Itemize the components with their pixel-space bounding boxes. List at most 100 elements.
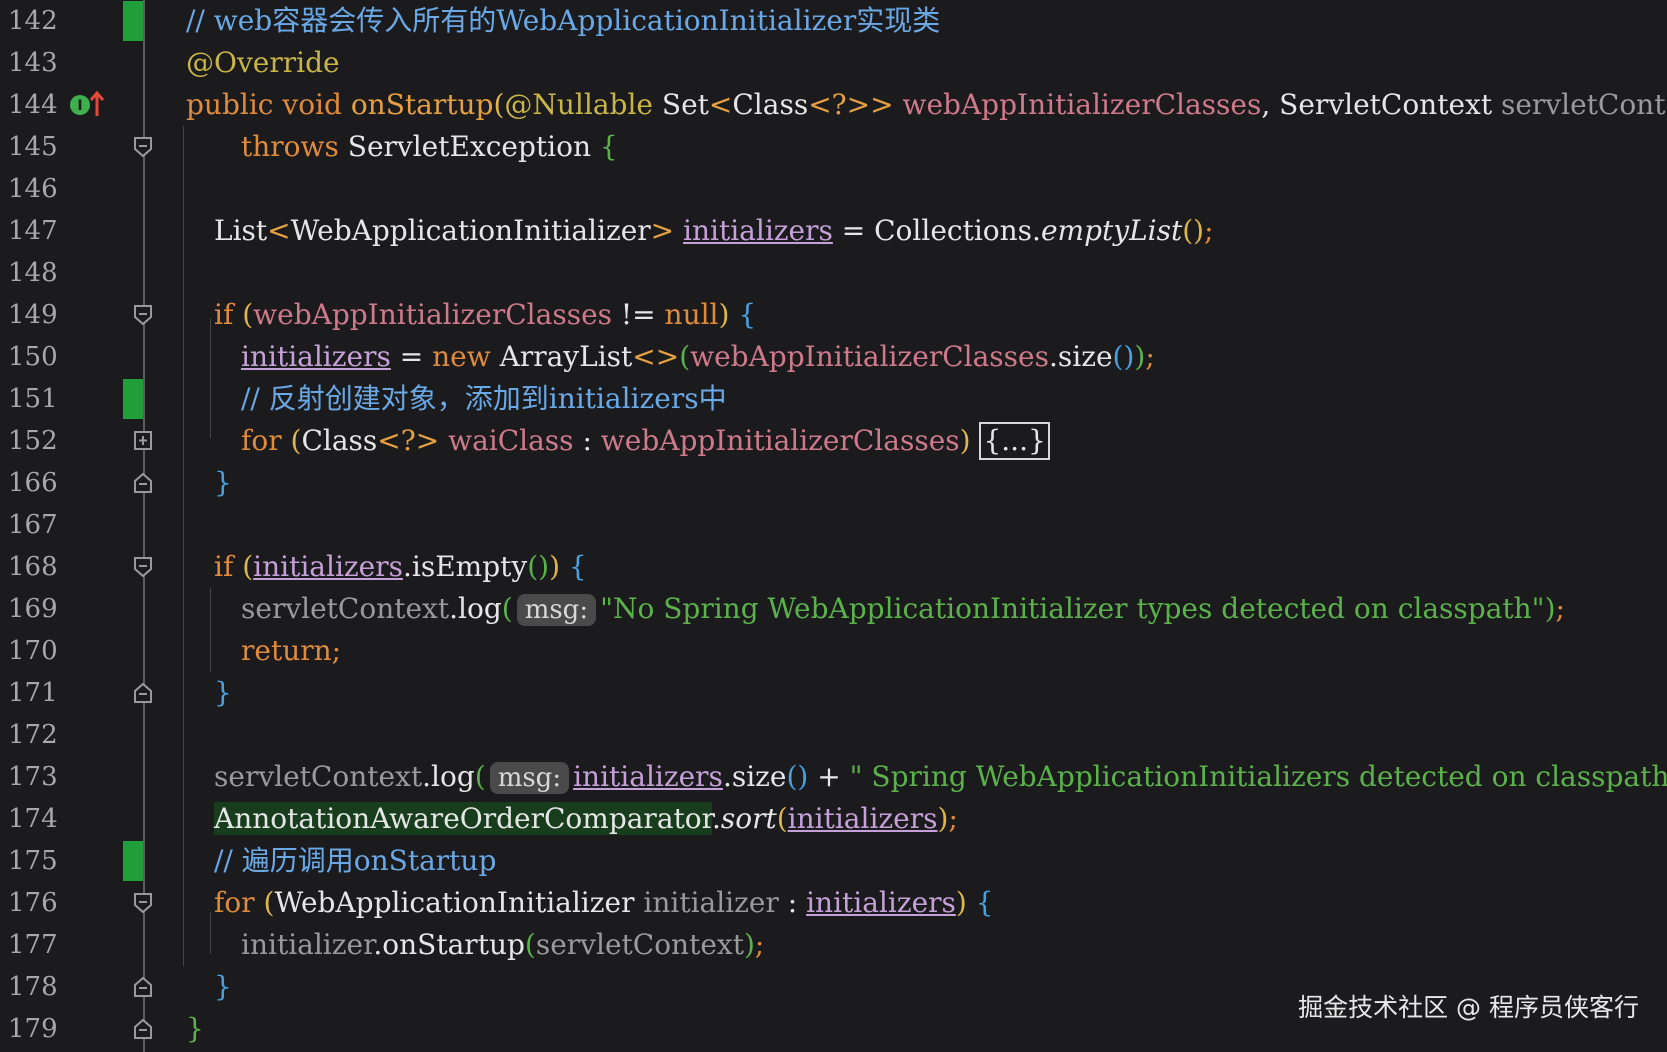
line-number: 172 <box>8 720 58 750</box>
parameter: webAppInitializerClasses <box>893 88 1262 121</box>
paren: ) <box>955 886 976 919</box>
paren: ( <box>776 802 788 835</box>
paren: ) <box>959 424 980 457</box>
semicolon: ; <box>754 928 765 961</box>
code-line: 151 // 反射创建对象，添加到initializers中 <box>0 378 1667 420</box>
keyword: if <box>214 550 243 583</box>
parameter: webAppInitializerClasses <box>253 298 613 331</box>
variable: waiClass <box>448 424 574 457</box>
parameter: servletContext <box>535 928 744 961</box>
change-marker <box>123 1 143 41</box>
line-number: 148 <box>8 258 58 288</box>
code-line: 172 <box>0 714 1667 756</box>
semicolon: ; <box>1145 340 1155 373</box>
line-number: 168 <box>8 552 58 582</box>
fold-icon[interactable] <box>133 136 153 158</box>
code-comment: // 遍历调用onStartup <box>214 844 497 877</box>
method-call: .log <box>449 592 502 625</box>
keyword: if <box>214 298 243 331</box>
line-number: 152 <box>8 426 58 456</box>
variable: initializer <box>643 886 779 919</box>
line-number: 175 <box>8 846 58 876</box>
code-line: 170 return; <box>0 630 1667 672</box>
line-number: 147 <box>8 216 58 246</box>
line-number: 151 <box>8 384 58 414</box>
fold-end-icon[interactable] <box>133 682 153 704</box>
parameter-hint: msg: <box>516 594 597 626</box>
generic: <?> <box>377 424 449 457</box>
line-number: 166 <box>8 468 58 498</box>
colon: : <box>573 424 601 457</box>
line-number: 174 <box>8 804 58 834</box>
fold-icon[interactable] <box>133 556 153 578</box>
paren: ( <box>524 928 536 961</box>
code-line: 149 if (webAppInitializerClasses != null… <box>0 294 1667 336</box>
string-literal: "No Spring WebApplicationInitializer typ… <box>600 592 1545 625</box>
code-line: 175 // 遍历调用onStartup <box>0 840 1667 882</box>
variable: initializers <box>253 550 403 583</box>
brace: { <box>738 298 757 331</box>
code-line: 168 if (initializers.isEmpty()) { <box>0 546 1667 588</box>
code-line: 167 <box>0 504 1667 546</box>
generic: < <box>708 88 733 121</box>
code-line: 177 initializer.onStartup(servletContext… <box>0 924 1667 966</box>
code-text: if (webAppInitializerClasses != null) { <box>214 294 756 336</box>
line-number: 167 <box>8 510 58 540</box>
code-text: List<WebApplicationInitializer> initiali… <box>214 210 1214 252</box>
code-line: 152 for (Class<?> waiClass : webAppIniti… <box>0 420 1667 462</box>
parameter: webAppInitializerClasses <box>690 340 1049 373</box>
paren: () <box>527 550 550 583</box>
fold-end-icon[interactable] <box>133 976 153 998</box>
method-call: .isEmpty <box>403 550 528 583</box>
operator: != <box>612 298 665 331</box>
type: Set <box>661 88 709 121</box>
brace: { <box>975 886 994 919</box>
fold-end-icon[interactable] <box>133 1018 153 1040</box>
generic: > <box>650 214 684 247</box>
paren: ( <box>242 298 254 331</box>
keyword: for <box>241 424 291 457</box>
svg-text:I: I <box>77 98 82 114</box>
fold-icon[interactable] <box>133 892 153 914</box>
line-number: 145 <box>8 132 58 162</box>
code-text: initializers = new ArrayList<>(webAppIni… <box>241 336 1155 378</box>
brace: } <box>214 970 232 1003</box>
comma: , <box>1261 88 1280 121</box>
code-annotation: @Override <box>186 46 340 79</box>
paren: () <box>786 760 809 793</box>
implements-override-icon[interactable]: I <box>68 90 105 124</box>
fold-end-icon[interactable] <box>133 472 153 494</box>
operator: = <box>390 340 433 373</box>
keyword: for <box>214 886 264 919</box>
fold-icon[interactable] <box>133 304 153 326</box>
change-marker <box>123 379 143 419</box>
method-call: emptyList <box>1040 214 1183 247</box>
string-literal: " Spring WebApplicationInitializers dete… <box>849 760 1667 793</box>
code-line: 147 List<WebApplicationInitializer> init… <box>0 210 1667 252</box>
unfold-icon[interactable] <box>133 430 153 452</box>
method-call: .size <box>1048 340 1113 373</box>
parameter: servletContext <box>241 592 450 625</box>
code-text: for (Class<?> waiClass : webAppInitializ… <box>241 420 1050 462</box>
code-text: AnnotationAwareOrderComparator.sort(init… <box>214 798 958 840</box>
dot: . <box>711 802 721 835</box>
type: Class <box>301 424 378 457</box>
code-line: 146 <box>0 168 1667 210</box>
paren: ( <box>474 760 486 793</box>
watermark: 掘金技术社区 @ 程序员侠客行 <box>1298 993 1639 1022</box>
collapsed-block[interactable]: {...} <box>979 422 1050 460</box>
keyword: null <box>664 298 719 331</box>
type: ServletContext <box>1279 88 1501 121</box>
paren: ( <box>263 886 275 919</box>
line-number: 150 <box>8 342 58 372</box>
code-line: 144 I public void onStartup(@Nullable Se… <box>0 84 1667 126</box>
code-text: public void onStartup(@Nullable Set<Clas… <box>186 84 1667 126</box>
paren: ( <box>242 550 254 583</box>
keyword: throws <box>241 130 348 163</box>
paren: ) <box>937 802 949 835</box>
code-editor[interactable]: 142 // web容器会传入所有的WebApplicationInitiali… <box>0 0 1667 1052</box>
line-number: 178 <box>8 972 58 1002</box>
paren: ( <box>493 88 505 121</box>
operator: + <box>808 760 850 793</box>
brace: { <box>568 550 587 583</box>
